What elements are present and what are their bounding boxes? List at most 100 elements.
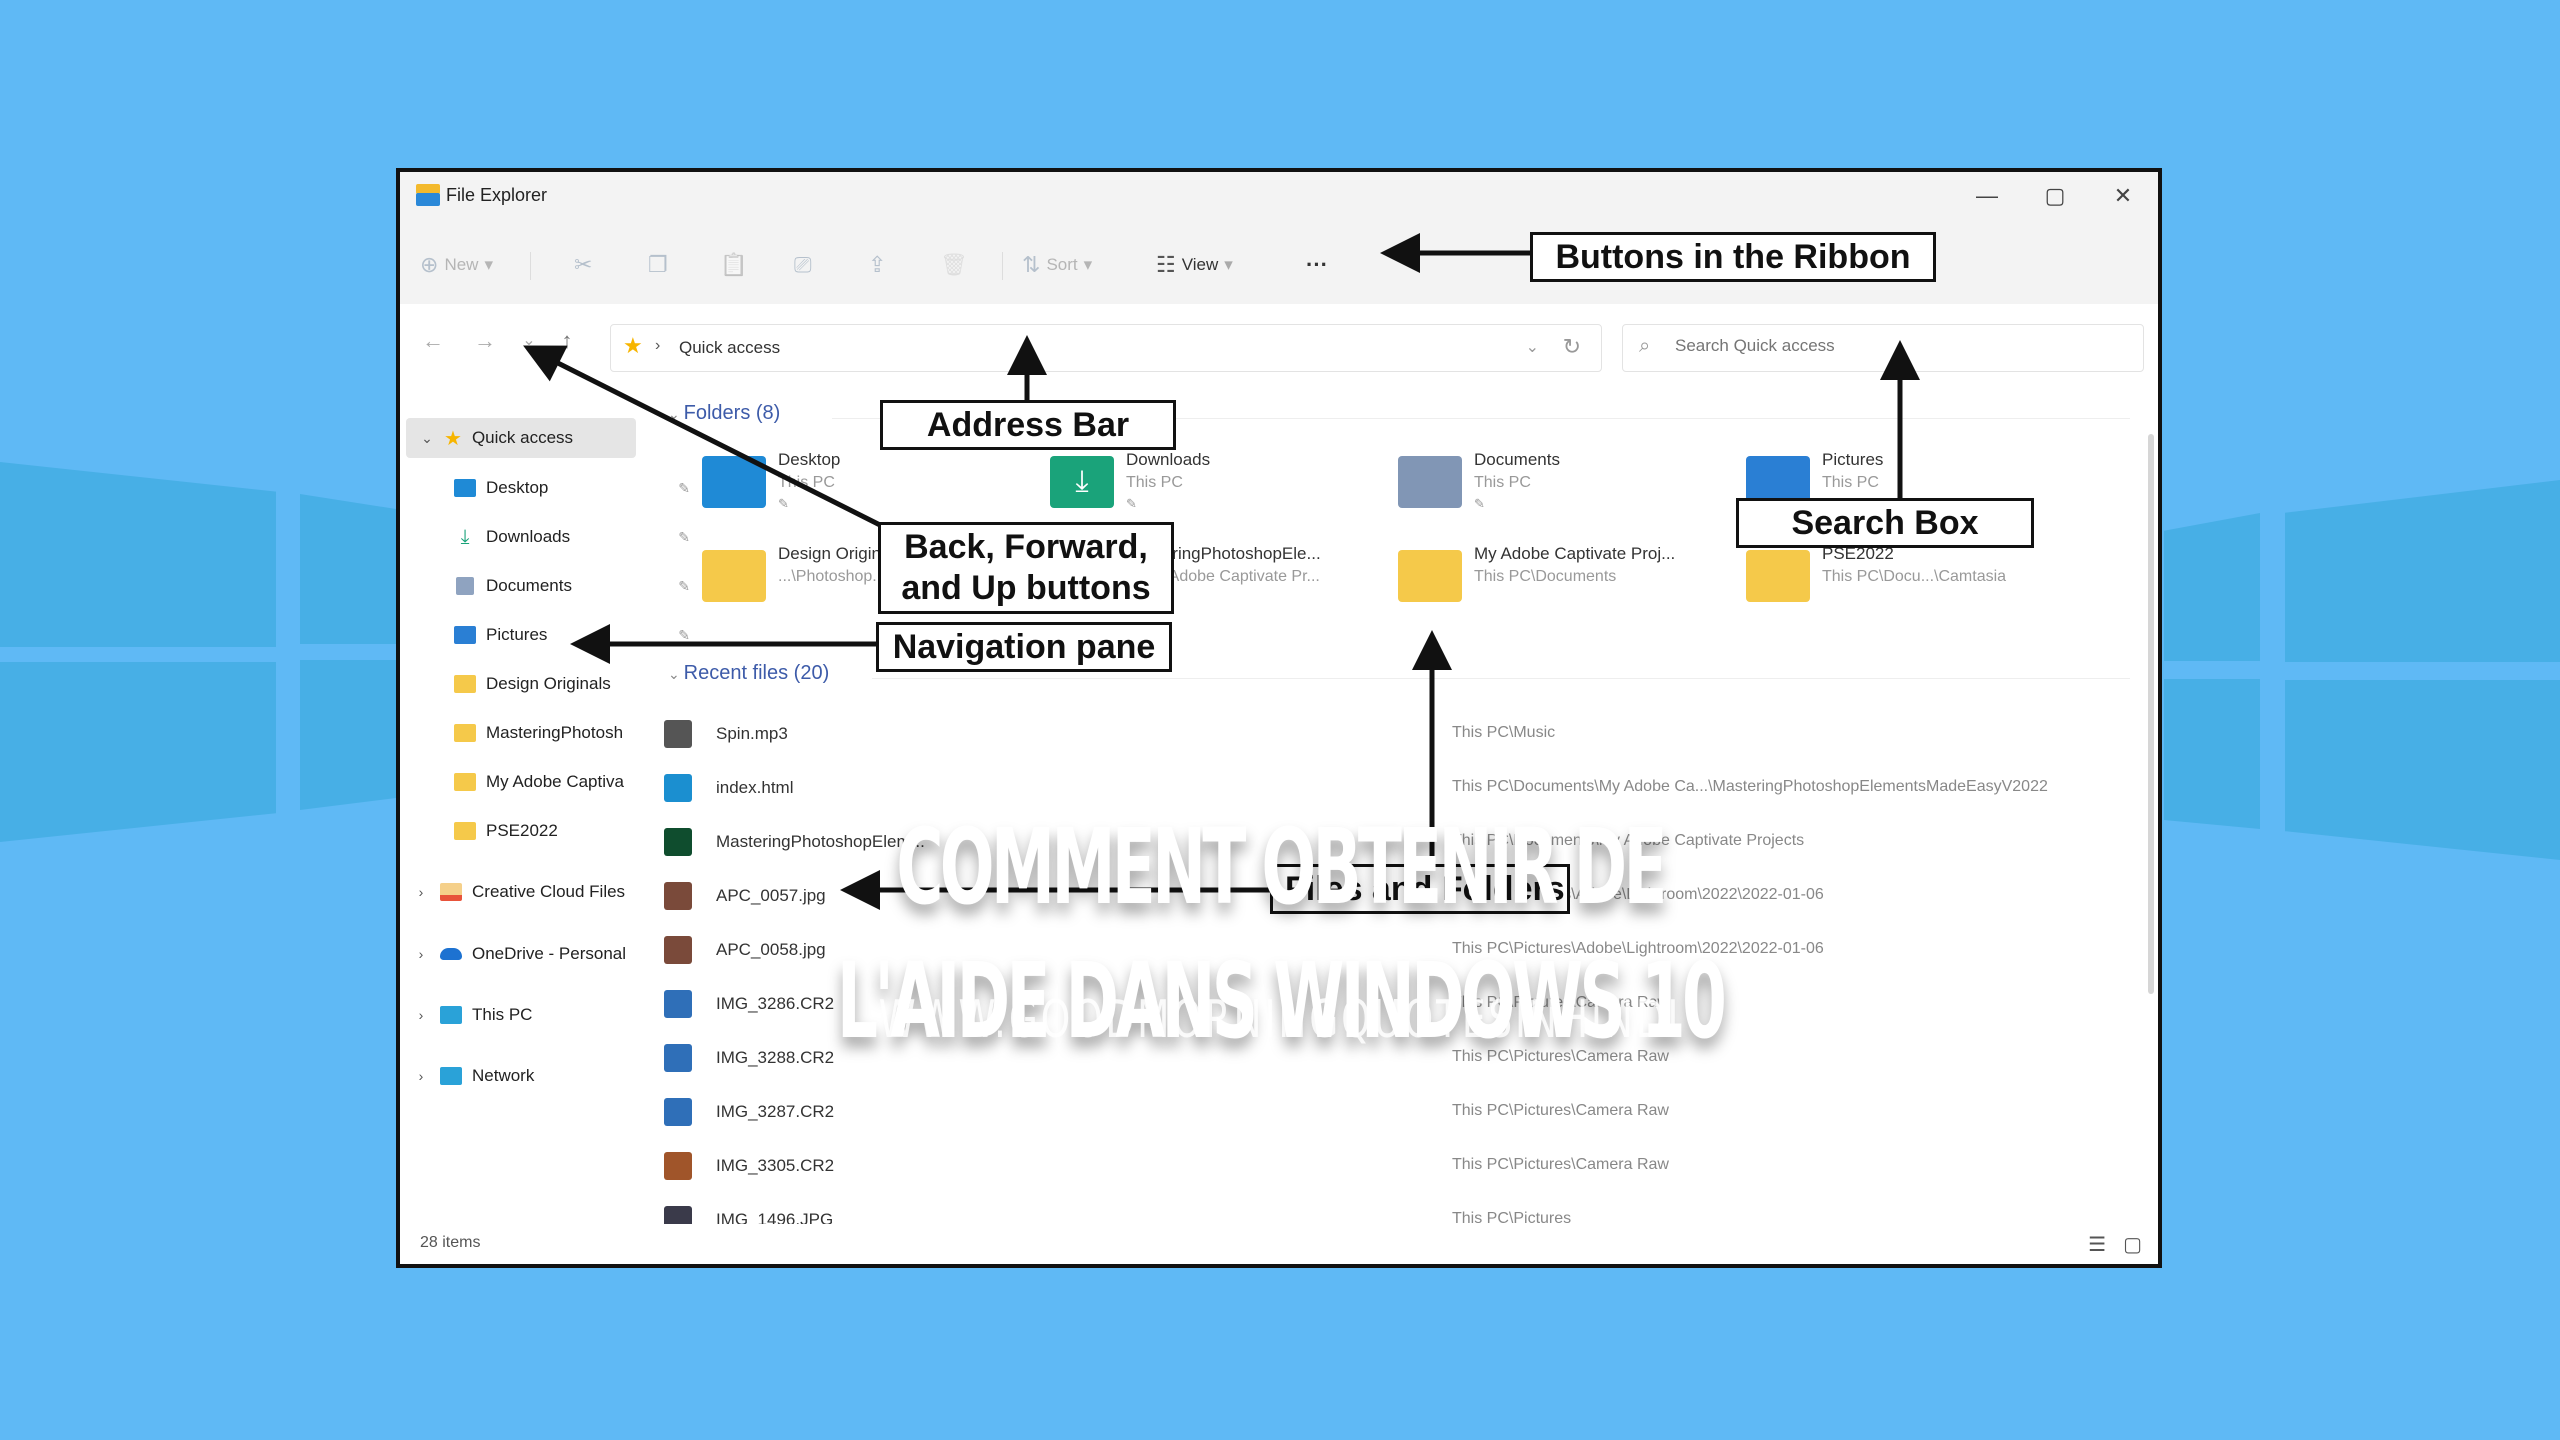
folder-tile-pse2022[interactable]: PSE2022 This PC\Docu...\Camtasia (1746, 544, 2086, 624)
folder-icon (454, 724, 476, 742)
documents-icon (456, 577, 474, 595)
address-history-dropdown[interactable]: ⌄ (1526, 337, 1539, 357)
new-button[interactable]: ⊕ New ▾ (420, 250, 493, 280)
search-input[interactable] (1673, 335, 2117, 357)
breadcrumb-separator[interactable]: › (655, 337, 660, 355)
callout-address-bar: Address Bar (880, 400, 1176, 450)
view-button[interactable]: ☷ View ▾ (1156, 250, 1233, 280)
chevron-right-icon[interactable]: › (410, 1068, 432, 1084)
nav-item-my-adobe-captiva[interactable]: My Adobe Captiva (400, 762, 694, 802)
folder-location: This PC (778, 474, 835, 491)
wallpaper-pane-left-top (0, 462, 276, 647)
rename-button[interactable]: ⎚ (794, 250, 812, 280)
download-icon: ⤓ (460, 526, 470, 548)
item-count: 28 items (420, 1234, 481, 1251)
recent-file-row[interactable]: index.html This PC\Documents\My Adobe Ca.… (664, 768, 2130, 808)
callout-line: and Up buttons (901, 568, 1151, 607)
address-bar[interactable]: ★ › Quick access ⌄ ↻ (610, 324, 1602, 372)
search-icon: ⌕ (1639, 335, 1651, 357)
copy-button[interactable]: ❐ (648, 250, 668, 280)
navigation-bar: ← → ⌄ ↑ ★ › Quick access ⌄ ↻ ⌕ (400, 304, 2158, 384)
pictures-icon (454, 626, 476, 644)
maximize-button[interactable]: ▢ (2032, 180, 2078, 212)
refresh-icon[interactable]: ↻ (1563, 334, 1581, 360)
recent-files-section-header[interactable]: ⌄ Recent files (20) (668, 662, 829, 685)
sort-icon: ⇅ (1022, 252, 1041, 277)
nav-item-label: MasteringPhotosh (486, 723, 624, 742)
folder-tile-documents[interactable]: Documents This PC ✎ (1398, 450, 1738, 530)
chevron-down-icon: ⌄ (668, 406, 684, 422)
recent-files-header-label: Recent files (20) (683, 662, 830, 684)
minimize-button[interactable]: — (1964, 180, 2010, 212)
share-icon: ⇪ (868, 252, 887, 277)
pin-icon: ✎ (1126, 496, 1137, 511)
nav-item-label: Documents (486, 576, 572, 595)
nav-item-pictures[interactable]: Pictures ✎ (400, 615, 694, 655)
recent-locations-button[interactable]: ⌄ (514, 326, 544, 356)
delete-button[interactable]: 🗑 (940, 250, 968, 280)
tiles-view-icon[interactable]: ▢ (2123, 1232, 2142, 1257)
nav-item-label: Design Originals (486, 674, 611, 693)
folder-tile-desktop[interactable]: Desktop This PC ✎ (702, 450, 1042, 530)
cut-button[interactable]: ✂ (574, 250, 592, 280)
wallpaper-pane-right-top (2164, 513, 2260, 661)
callout-back-forward-up: Back, Forward, and Up buttons (878, 522, 1174, 614)
nav-item-network[interactable]: › Network (400, 1056, 640, 1096)
ribbon-divider (530, 252, 531, 280)
breadcrumb-quick-access[interactable]: Quick access (679, 338, 780, 358)
file-path: This PC\Pictures\Camera Raw (1452, 1102, 1669, 1119)
folders-section-header[interactable]: ⌄ Folders (8) (668, 402, 780, 425)
wallpaper-pane-left-top-2 (300, 494, 396, 644)
file-type-icon (664, 1098, 692, 1126)
nav-item-desktop[interactable]: Desktop ✎ (400, 468, 694, 508)
folder-location: This PC (1126, 474, 1183, 491)
chevron-right-icon[interactable]: › (410, 946, 432, 962)
nav-item-label: Network (472, 1066, 535, 1085)
folder-tile-downloads[interactable]: ⤓ Downloads This PC ✎ (1050, 450, 1390, 530)
paste-button[interactable]: 📋 (720, 250, 747, 280)
desktop-folder-icon (702, 456, 766, 508)
sort-label: Sort (1046, 255, 1078, 274)
navigation-pane: ⌄ ★ Quick access Desktop ✎ ⤓ Downloads ✎… (400, 384, 690, 1224)
back-button[interactable]: ← (418, 326, 448, 356)
desktop-icon (454, 479, 476, 497)
folder-tile-my-adobe-captivate[interactable]: My Adobe Captivate Proj... This PC\Docum… (1398, 544, 1738, 624)
nav-item-documents[interactable]: Documents ✎ (400, 566, 694, 606)
nav-item-label: Downloads (486, 527, 571, 546)
nav-item-label: My Adobe Captiva (486, 772, 624, 791)
creative-cloud-icon (440, 883, 462, 901)
folder-location: This PC\Documents (1474, 568, 1617, 585)
nav-item-downloads[interactable]: ⤓ Downloads ✎ (400, 517, 694, 557)
network-icon (440, 1067, 462, 1085)
watermark: WWW.GOODMORNINGQUOTESINHINDI (878, 990, 1682, 1050)
search-box[interactable]: ⌕ (1622, 324, 2144, 372)
sort-button[interactable]: ⇅ Sort ▾ (1022, 250, 1092, 280)
nav-item-masteringphotosh[interactable]: MasteringPhotosh (400, 713, 694, 753)
forward-button[interactable]: → (470, 326, 500, 356)
callout-search-box: Search Box (1736, 498, 2034, 548)
pin-icon: ✎ (1474, 496, 1485, 511)
recent-file-row[interactable]: IMG_3305.CR2 This PC\Pictures\Camera Raw (664, 1146, 2130, 1186)
plus-circle-icon: ⊕ (420, 252, 439, 277)
up-button[interactable]: ↑ (552, 326, 582, 356)
folder-icon (1398, 550, 1462, 602)
recent-file-row[interactable]: IMG_3287.CR2 This PC\Pictures\Camera Raw (664, 1092, 2130, 1132)
file-name: index.html (716, 778, 794, 797)
chevron-down-icon[interactable]: ⌄ (416, 430, 438, 447)
share-button[interactable]: ⇪ (868, 250, 886, 280)
file-name: IMG_3305.CR2 (716, 1156, 835, 1175)
ribbon-divider (1002, 252, 1003, 280)
wallpaper-pane-right-bottom-2 (2285, 680, 2560, 860)
nav-item-quick-access[interactable]: ⌄ ★ Quick access (406, 418, 636, 458)
recent-file-row[interactable]: Spin.mp3 This PC\Music (664, 714, 2130, 754)
more-options-button[interactable]: ··· (1306, 250, 1328, 280)
star-icon: ★ (623, 333, 643, 358)
documents-folder-icon (1398, 456, 1462, 508)
folder-icon (454, 822, 476, 840)
chevron-right-icon[interactable]: › (410, 884, 432, 900)
close-button[interactable]: ✕ (2100, 180, 2146, 212)
copy-icon: ❐ (648, 252, 668, 277)
nav-item-design-originals[interactable]: Design Originals (400, 664, 694, 704)
vertical-scrollbar[interactable] (2148, 434, 2154, 994)
details-view-icon[interactable]: ☰ (2088, 1232, 2106, 1257)
